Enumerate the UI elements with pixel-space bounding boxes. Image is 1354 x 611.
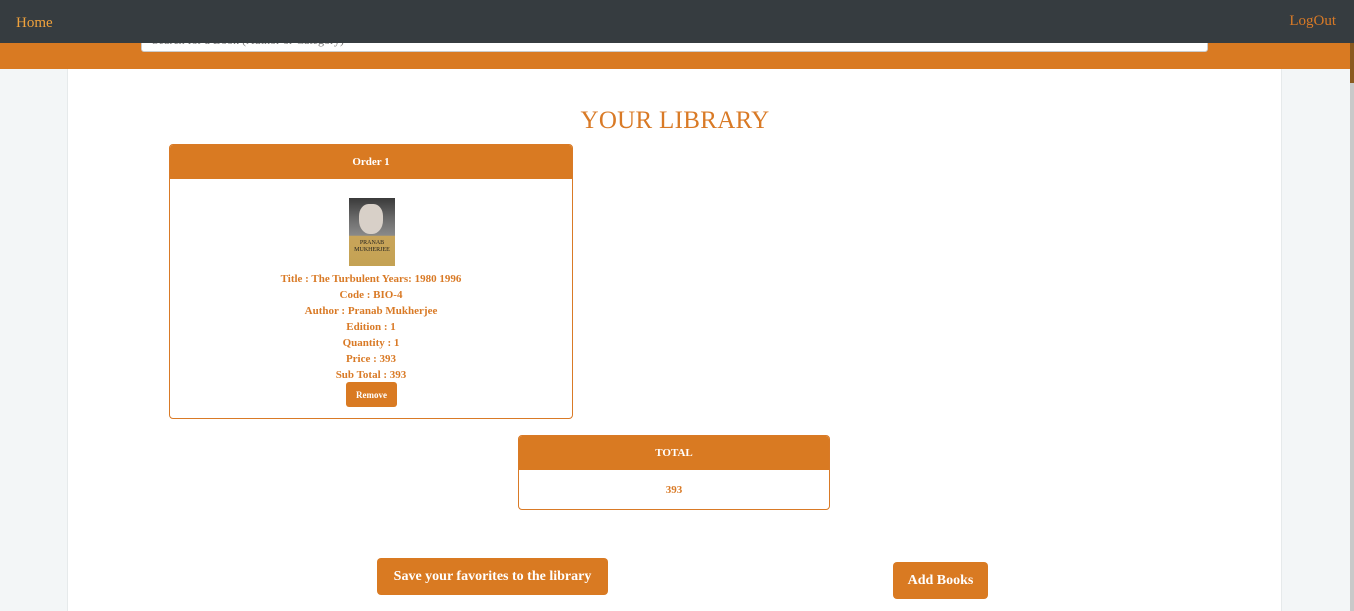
total-card: TOTAL 393 [518,435,830,510]
save-favorites-button[interactable]: Save your favorites to the library [377,558,608,595]
book-author: Author : Pranab Mukherjee [304,305,438,317]
nav-logout-link[interactable]: LogOut [1289,13,1336,30]
order-card: Order 1 PRANAB MUKHERJEE Title : The Tur… [169,144,573,419]
total-value: 393 [665,484,683,496]
order-card-header: Order 1 [170,145,572,179]
add-books-button[interactable]: Add Books [893,562,988,599]
book-quantity: Quantity : 1 [342,337,400,349]
book-details: Title : The Turbulent Years: 1980 1996 C… [170,271,572,383]
book-edition: Edition : 1 [346,321,396,333]
page-title: YOUR LIBRARY [580,107,770,134]
book-cover-image: PRANAB MUKHERJEE [349,198,395,266]
scrollbar-thumb[interactable] [1350,43,1354,83]
top-navbar: Home LogOut [0,0,1354,43]
cover-author-text: PRANAB MUKHERJEE [354,240,390,253]
scrollbar-track[interactable] [1350,43,1354,611]
nav-home-link[interactable]: Home [16,15,53,32]
book-subtotal: Sub Total : 393 [335,369,407,381]
cover-portrait [359,204,383,234]
book-code: Code : BIO-4 [339,289,403,301]
total-card-header: TOTAL [519,436,829,470]
book-title: Title : The Turbulent Years: 1980 1996 [280,273,462,285]
remove-button[interactable]: Remove [346,382,397,407]
book-price: Price : 393 [345,353,397,365]
